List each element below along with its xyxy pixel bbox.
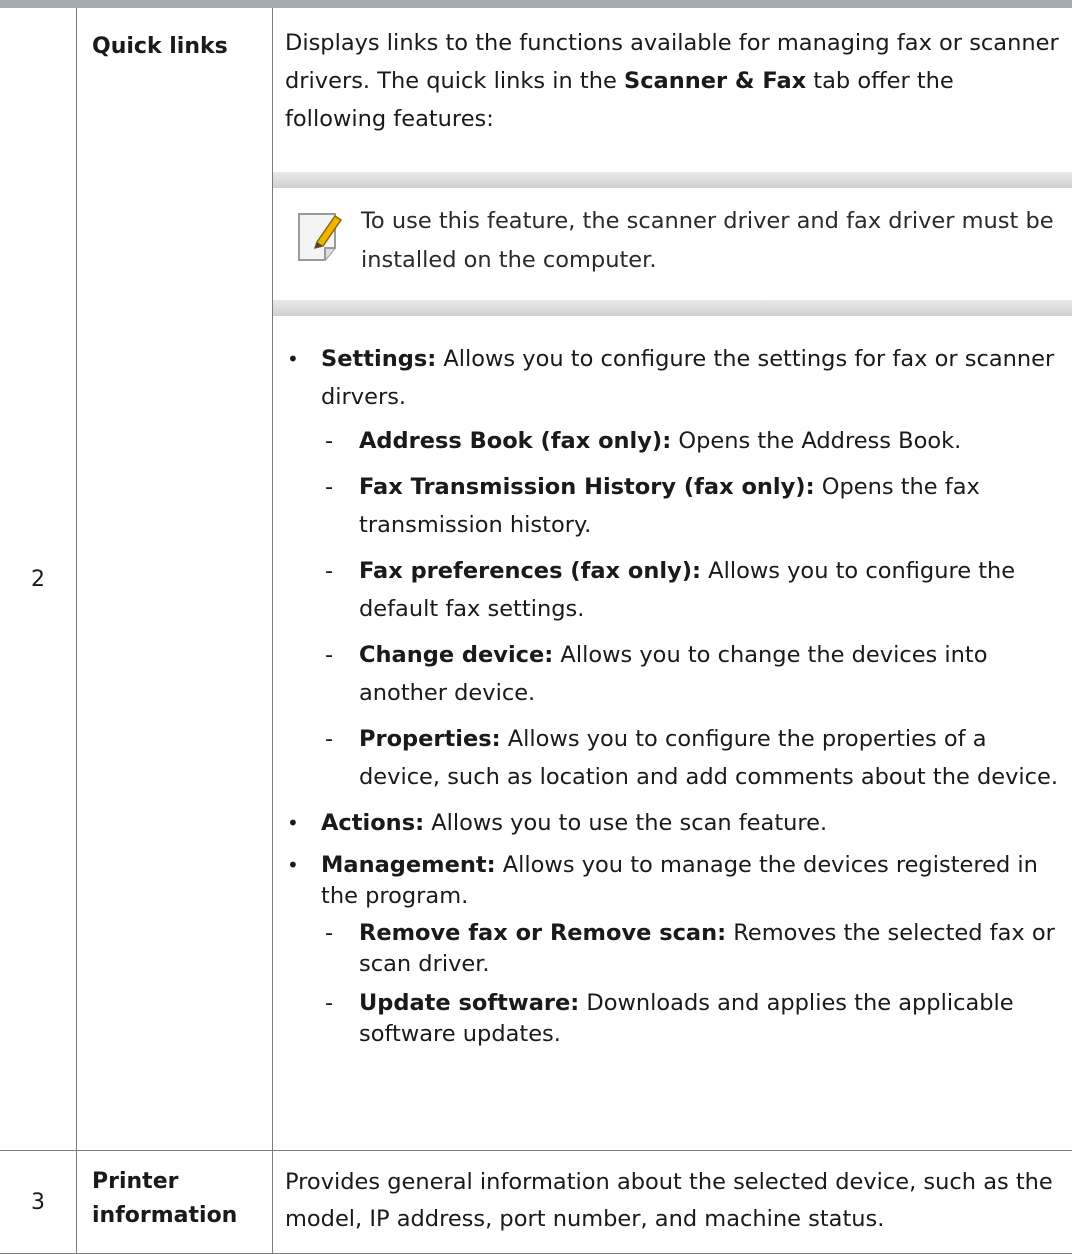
sub-label: Properties: — [359, 726, 501, 752]
sub-list: Remove fax or Remove scan: Removes the s… — [321, 918, 1060, 1050]
note-band-bottom — [273, 300, 1072, 316]
note-pencil-icon — [295, 208, 355, 278]
row-description: Provides general information about the s… — [273, 1151, 1072, 1254]
note-body: To use this feature, the scanner driver … — [273, 188, 1072, 300]
note-band-top — [273, 172, 1072, 188]
row-name: Printer information — [77, 1151, 273, 1254]
sub-label: Change device: — [359, 642, 553, 668]
list-item: Fax Transmission History (fax only): Ope… — [321, 468, 1060, 544]
row-name: Quick links — [77, 8, 273, 1151]
note-box: To use this feature, the scanner driver … — [273, 172, 1072, 316]
sub-list: Address Book (fax only): Opens the Addre… — [321, 422, 1060, 796]
sub-label: Address Book (fax only): — [359, 428, 671, 454]
spec-table: 2 Quick links Displays links to the func… — [0, 8, 1072, 1254]
list-item: Remove fax or Remove scan: Removes the s… — [321, 918, 1060, 980]
feature-list: Settings: Allows you to configure the se… — [285, 340, 1060, 1050]
top-rule — [0, 0, 1072, 8]
row-number: 2 — [0, 8, 77, 1151]
list-item: Fax preferences (fax only): Allows you t… — [321, 552, 1060, 628]
sub-label: Remove fax or Remove scan: — [359, 920, 726, 946]
row-number: 3 — [0, 1151, 77, 1254]
sub-label: Update software: — [359, 990, 579, 1016]
list-item: Settings: Allows you to configure the se… — [285, 340, 1060, 796]
feature-label: Actions: — [321, 810, 424, 836]
table-row: 2 Quick links Displays links to the func… — [0, 8, 1072, 1151]
sub-label: Fax Transmission History (fax only): — [359, 474, 815, 500]
list-item: Update software: Downloads and applies t… — [321, 988, 1060, 1050]
list-item: Management: Allows you to manage the dev… — [285, 850, 1060, 1050]
list-item: Change device: Allows you to change the … — [321, 636, 1060, 712]
feature-label: Management: — [321, 852, 496, 878]
list-item: Actions: Allows you to use the scan feat… — [285, 804, 1060, 842]
row-name-line: Printer — [92, 1169, 178, 1194]
row-description: Displays links to the functions availabl… — [273, 8, 1072, 1151]
list-item: Address Book (fax only): Opens the Addre… — [321, 422, 1060, 460]
note-text: To use this feature, the scanner driver … — [361, 202, 1060, 280]
feature-text: Allows you to use the scan feature. — [424, 810, 827, 836]
list-item: Properties: Allows you to configure the … — [321, 720, 1060, 796]
intro-bold-text: Scanner & Fax — [624, 68, 806, 94]
intro-paragraph: Displays links to the functions availabl… — [285, 24, 1060, 138]
row-name-line: information — [92, 1203, 237, 1228]
sub-text: Opens the Address Book. — [671, 428, 961, 454]
sub-label: Fax preferences (fax only): — [359, 558, 701, 584]
feature-label: Settings: — [321, 346, 436, 372]
table-row: 3 Printer information Provides general in… — [0, 1151, 1072, 1254]
